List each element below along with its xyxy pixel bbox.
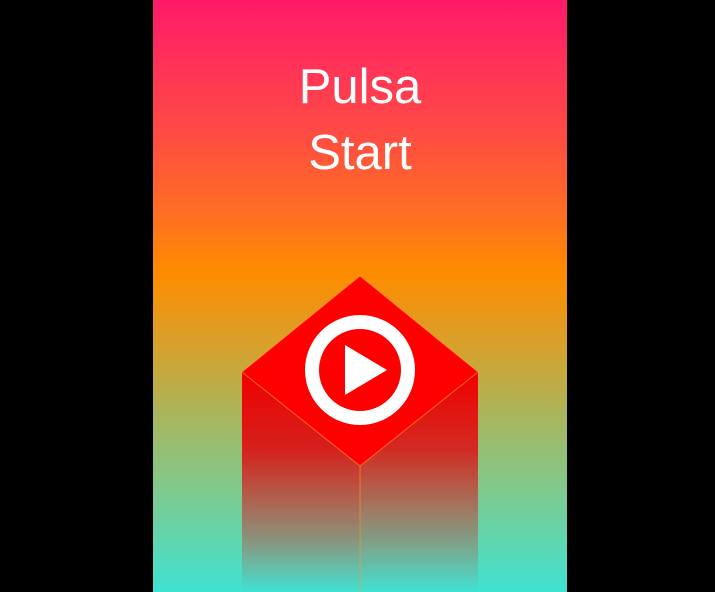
start-cube-button[interactable] [153,0,567,592]
screen: Pulsa Start [0,0,715,592]
game-screen: Pulsa Start [153,0,567,592]
